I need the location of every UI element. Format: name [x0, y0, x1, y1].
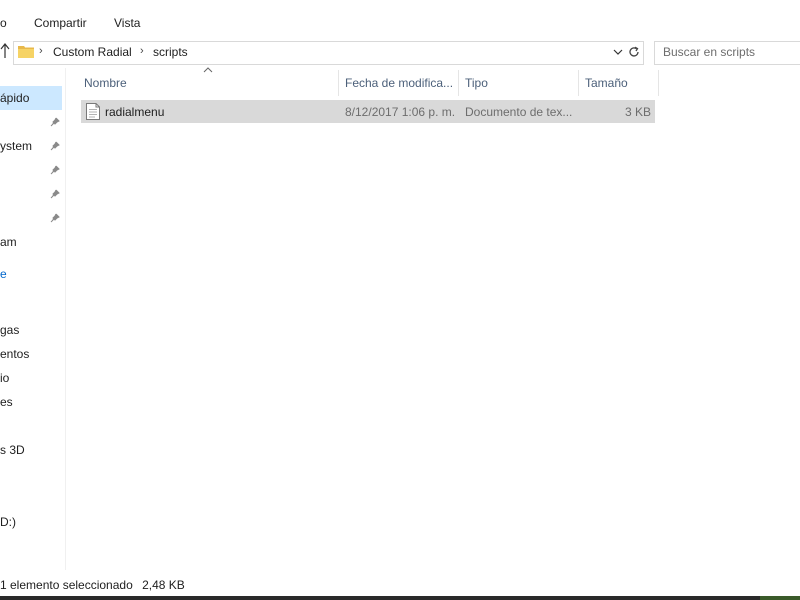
breadcrumb-scripts[interactable]: scripts: [153, 45, 188, 59]
nav-item-drive-d[interactable]: D:): [0, 515, 16, 529]
tab-view[interactable]: Vista: [114, 16, 140, 30]
column-divider[interactable]: [578, 70, 579, 96]
column-header-size[interactable]: Tamaño: [585, 76, 628, 90]
search-input[interactable]: Buscar en scripts: [663, 45, 755, 59]
ribbon-tabs: o Compartir Vista: [0, 0, 800, 36]
column-header-date[interactable]: Fecha de modifica...: [345, 76, 453, 90]
nav-item-desktop[interactable]: io: [0, 371, 9, 385]
column-divider[interactable]: [658, 70, 659, 96]
nav-item-3d-objects[interactable]: s 3D: [0, 443, 25, 457]
text-file-icon: [86, 103, 100, 120]
nav-item-images[interactable]: es: [0, 395, 13, 409]
breadcrumb-custom-radial[interactable]: Custom Radial: [53, 45, 132, 59]
file-name[interactable]: radialmenu: [105, 105, 164, 119]
nav-item-e[interactable]: e: [0, 267, 7, 281]
column-header-type[interactable]: Tipo: [465, 76, 488, 90]
pin-icon[interactable]: [50, 165, 60, 175]
pin-icon[interactable]: [50, 189, 60, 199]
status-selection-count: 1 elemento seleccionado: [0, 578, 133, 592]
column-divider[interactable]: [338, 70, 339, 96]
nav-pane-divider[interactable]: [65, 68, 66, 570]
file-type: Documento de tex...: [465, 105, 573, 119]
pin-icon[interactable]: [50, 117, 60, 127]
up-arrow-icon[interactable]: [0, 43, 10, 59]
taskbar-edge: [0, 596, 800, 600]
file-size: 3 KB: [624, 105, 651, 119]
file-date: 8/12/2017 1:06 p. m.: [345, 105, 456, 119]
nav-item-am[interactable]: am: [0, 235, 17, 249]
status-selection-size: 2,48 KB: [142, 578, 185, 592]
nav-item-system[interactable]: ystem: [0, 139, 32, 153]
column-divider[interactable]: [458, 70, 459, 96]
pin-icon[interactable]: [50, 213, 60, 223]
nav-item-documents[interactable]: entos: [0, 347, 29, 361]
folder-icon: [18, 46, 34, 58]
chevron-down-icon[interactable]: [611, 45, 625, 59]
breadcrumb-separator-icon[interactable]: ›: [140, 45, 144, 57]
status-bar: 1 elemento seleccionado 2,48 KB: [0, 578, 185, 592]
nav-item-downloads[interactable]: gas: [0, 323, 19, 337]
tab-file-partial[interactable]: o: [0, 16, 7, 30]
column-header-name[interactable]: Nombre: [84, 76, 127, 90]
pin-icon[interactable]: [50, 141, 60, 151]
tab-share[interactable]: Compartir: [34, 16, 87, 30]
taskbar-edge-accent: [760, 596, 800, 600]
nav-item-quick-access[interactable]: ápido: [0, 91, 29, 105]
refresh-icon[interactable]: [626, 44, 642, 60]
sort-ascending-icon: [203, 67, 213, 73]
breadcrumb-separator-icon[interactable]: ›: [39, 45, 43, 57]
